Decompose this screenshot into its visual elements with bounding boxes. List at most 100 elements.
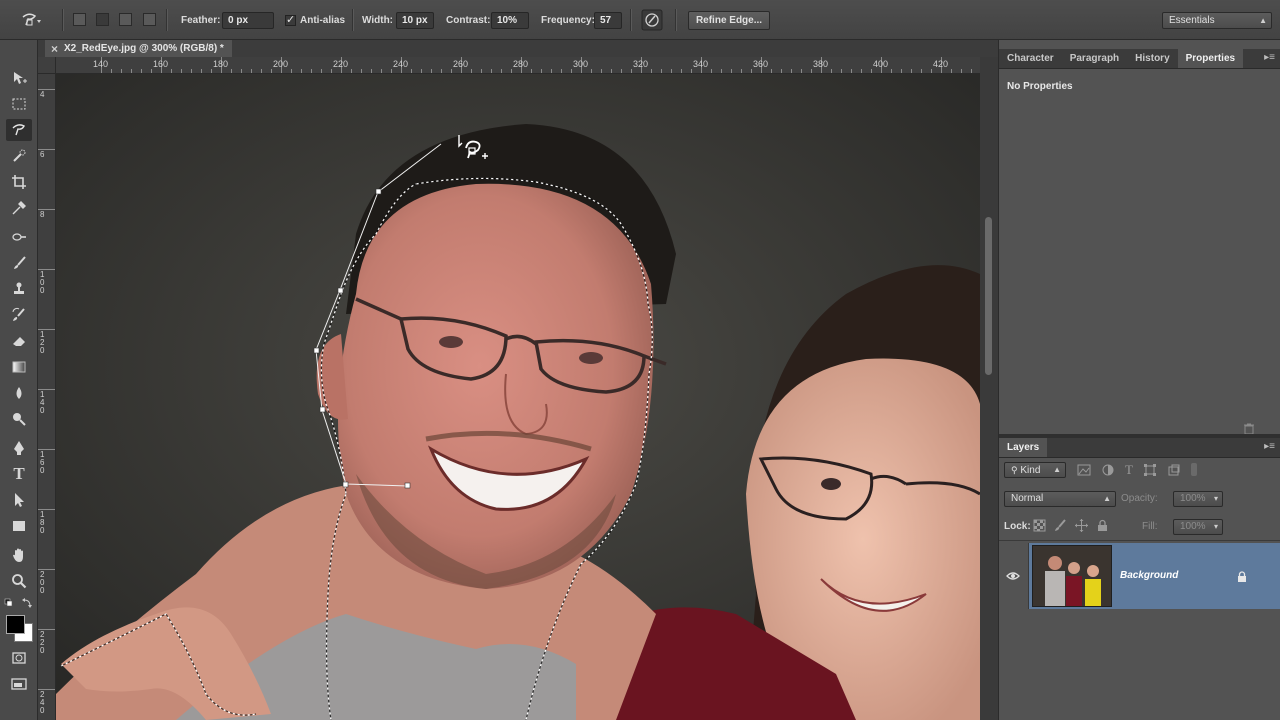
path-selection-tool[interactable] xyxy=(6,489,32,511)
lasso-tool[interactable] xyxy=(6,119,32,141)
ruler-minor-tick xyxy=(151,69,152,73)
move-tool[interactable] xyxy=(6,67,32,89)
lock-transparent-icon[interactable] xyxy=(1033,519,1046,532)
filter-pixel-icon[interactable] xyxy=(1077,463,1091,477)
layer-thumbnail-image xyxy=(1033,546,1111,606)
filter-type-icon[interactable]: T xyxy=(1125,463,1133,477)
workspace-switcher[interactable]: Essentials ▲︎ xyxy=(1162,12,1272,29)
ruler-minor-tick xyxy=(571,69,572,73)
eyedropper-tool[interactable] xyxy=(6,197,32,219)
crop-tool[interactable] xyxy=(6,171,32,193)
ruler-minor-tick xyxy=(311,69,312,73)
history-brush-icon xyxy=(12,307,25,321)
vertical-scrollbar[interactable] xyxy=(980,57,998,720)
ruler-minor-tick xyxy=(451,69,452,73)
tab-history[interactable]: History xyxy=(1127,49,1177,68)
lock-position-icon[interactable] xyxy=(1075,519,1088,532)
intersect-selection-button[interactable] xyxy=(143,13,156,26)
healing-brush-tool[interactable] xyxy=(6,226,32,248)
ruler-minor-tick xyxy=(121,69,122,73)
ruler-label: 180 xyxy=(40,510,45,535)
tools-panel: T xyxy=(0,40,38,720)
screen-mode-button[interactable] xyxy=(6,673,32,695)
document-tab[interactable]: × X2_RedEye.jpg @ 300% (RGB/8) * xyxy=(45,40,232,57)
ruler-minor-tick xyxy=(781,69,782,73)
pen-tool[interactable] xyxy=(6,437,32,459)
ruler-label: 120 xyxy=(40,330,45,355)
fill-input[interactable]: 100% ▾ xyxy=(1173,519,1223,535)
tab-layers[interactable]: Layers xyxy=(999,438,1048,457)
subtract-selection-button[interactable] xyxy=(119,13,132,26)
type-tool[interactable]: T xyxy=(6,463,32,485)
ruler-origin[interactable] xyxy=(38,57,56,74)
filter-adjustment-icon[interactable] xyxy=(1101,463,1115,477)
tab-character[interactable]: Character xyxy=(999,49,1062,68)
opacity-input[interactable]: 100% ▾ xyxy=(1173,491,1223,507)
document-canvas[interactable] xyxy=(56,74,980,720)
new-selection-mode-button[interactable] xyxy=(73,13,86,26)
ruler-label: 240 xyxy=(40,690,45,715)
layer-filter-select[interactable]: ⚲ Kind ▲︎ xyxy=(1004,462,1066,478)
ruler-minor-tick xyxy=(261,69,262,73)
tab-properties[interactable]: Properties xyxy=(1177,49,1244,68)
add-to-selection-button[interactable] xyxy=(96,13,109,26)
lock-pixels-icon[interactable] xyxy=(1054,519,1067,532)
ruler-minor-tick xyxy=(131,69,132,73)
marquee-tool[interactable] xyxy=(6,93,32,115)
layer-row-background[interactable]: Background xyxy=(999,543,1280,609)
tab-paragraph[interactable]: Paragraph xyxy=(1062,49,1127,68)
blend-mode-select[interactable]: Normal ▲︎ xyxy=(1004,491,1116,507)
lock-options xyxy=(1033,519,1109,532)
chevron-down-icon: ▾ xyxy=(1213,494,1218,503)
quick-mask-button[interactable] xyxy=(6,647,32,669)
rectangle-tool[interactable] xyxy=(6,515,32,537)
blur-tool[interactable] xyxy=(6,382,32,404)
filter-shape-icon[interactable] xyxy=(1143,463,1157,477)
filter-toggle[interactable] xyxy=(1190,463,1197,476)
ruler-minor-tick xyxy=(691,69,692,73)
zoom-icon xyxy=(12,574,27,589)
zoom-tool[interactable] xyxy=(6,570,32,592)
ruler-minor-tick xyxy=(811,69,812,73)
foreground-color-swatch[interactable] xyxy=(6,615,25,634)
filter-smart-object-icon[interactable] xyxy=(1167,463,1181,477)
layer-name[interactable]: Background xyxy=(1120,570,1178,581)
ruler-label: 240 xyxy=(393,59,409,69)
history-brush-tool[interactable] xyxy=(6,304,32,326)
horizontal-ruler[interactable]: 140 160 180 200 220 240 260 280 300 320 340 360 380 4… xyxy=(56,57,980,74)
hand-tool[interactable] xyxy=(6,544,32,566)
panel-menu-icon[interactable]: ▸≡ xyxy=(1264,52,1275,63)
tablet-pressure-button[interactable] xyxy=(641,0,663,40)
ruler-minor-tick xyxy=(751,69,752,73)
color-swatches[interactable] xyxy=(5,614,33,642)
ruler-minor-tick xyxy=(671,69,672,73)
frequency-input[interactable]: 57 xyxy=(594,11,622,29)
close-tab-icon[interactable]: × xyxy=(51,42,58,56)
contrast-input[interactable]: 10% xyxy=(491,11,529,29)
tool-preset-picker[interactable] xyxy=(20,0,42,40)
visibility-toggle[interactable] xyxy=(999,543,1029,609)
width-input[interactable]: 10 px xyxy=(396,11,434,29)
feather-input[interactable]: 0 px xyxy=(222,11,274,29)
ruler-label: 220 xyxy=(40,630,45,655)
antialias-check-icon[interactable] xyxy=(285,13,296,26)
vertical-ruler[interactable]: 4 6 8 100 120 140 160 180 200 220 240 xyxy=(38,74,56,720)
brush-tool[interactable] xyxy=(6,252,32,274)
antialias-checkbox[interactable]: Anti-alias xyxy=(285,0,345,40)
photo xyxy=(56,74,980,720)
gradient-tool[interactable] xyxy=(6,356,32,378)
default-colors-button[interactable] xyxy=(4,597,34,609)
eraser-tool[interactable] xyxy=(6,330,32,352)
lock-all-icon[interactable] xyxy=(1096,519,1109,532)
scrollbar-thumb[interactable] xyxy=(985,217,992,375)
refine-edge-button[interactable]: Refine Edge... xyxy=(688,10,770,30)
swap-colors-icon xyxy=(4,598,32,608)
ruler-label: 360 xyxy=(753,59,769,69)
quick-selection-tool[interactable] xyxy=(6,145,32,167)
ruler-label: 320 xyxy=(633,59,649,69)
clone-stamp-tool[interactable] xyxy=(6,278,32,300)
dodge-tool[interactable] xyxy=(6,408,32,430)
ruler-label: 6 xyxy=(40,150,45,159)
layers-panel-menu-icon[interactable]: ▸≡ xyxy=(1264,441,1275,452)
updown-arrow-icon: ▲︎ xyxy=(1053,465,1061,474)
